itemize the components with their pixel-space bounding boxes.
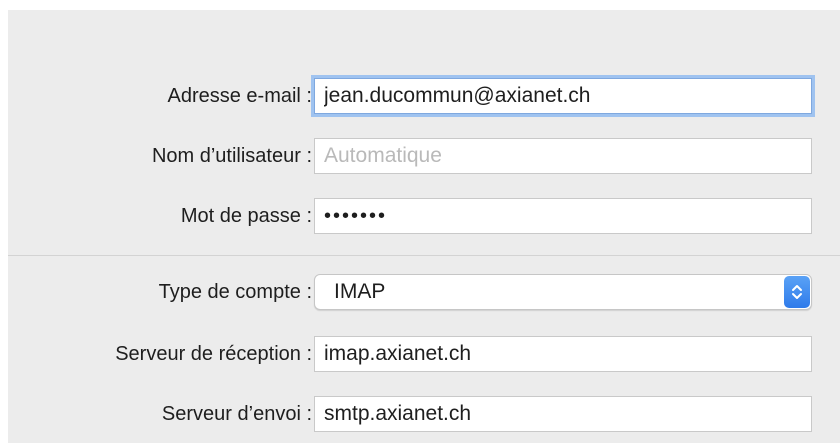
outgoing-server-row: Serveur d’envoi : [8, 396, 840, 432]
email-label: Adresse e-mail : [167, 85, 313, 107]
password-field[interactable] [314, 198, 812, 234]
email-row: Adresse e-mail : [8, 78, 840, 114]
email-field[interactable] [314, 78, 812, 114]
incoming-server-field[interactable] [314, 336, 812, 372]
username-field[interactable] [314, 138, 812, 174]
outgoing-server-label: Serveur d’envoi : [161, 403, 312, 425]
account-type-row: Type de compte : IMAP [8, 274, 840, 310]
username-label: Nom d’utilisateur : [151, 145, 312, 167]
password-label: Mot de passe : [180, 205, 312, 227]
chevron-up-down-icon[interactable] [784, 276, 810, 308]
incoming-server-label: Serveur de réception : [115, 343, 312, 365]
username-row: Nom d’utilisateur : [8, 138, 840, 174]
account-settings-panel: Adresse e-mail : Nom d’utilisateur : Mot… [8, 10, 840, 443]
outgoing-server-field[interactable] [314, 396, 812, 432]
incoming-server-row: Serveur de réception : [8, 336, 840, 372]
password-row: Mot de passe : [8, 198, 840, 234]
account-type-label: Type de compte : [158, 281, 312, 303]
section-divider [8, 255, 840, 256]
account-type-value: IMAP [334, 280, 386, 303]
account-type-select[interactable]: IMAP [314, 274, 812, 310]
